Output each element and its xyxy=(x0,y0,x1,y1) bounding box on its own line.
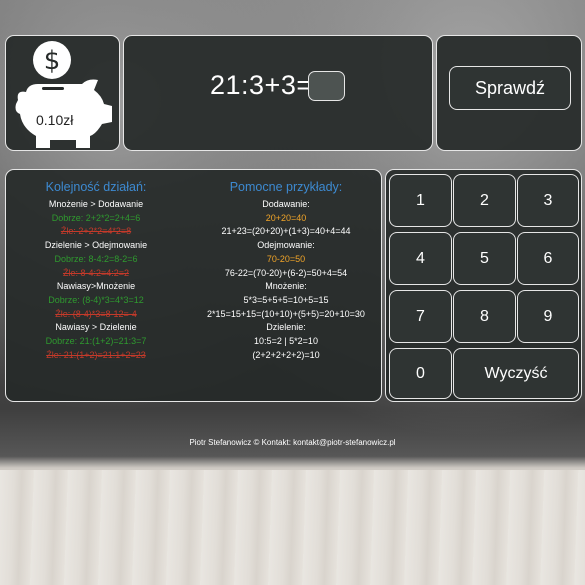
example-line: (2+2+2+2+2)=10 xyxy=(252,349,320,360)
key-9-button[interactable]: 9 xyxy=(517,290,579,343)
clear-button[interactable]: Wyczyść xyxy=(453,348,579,399)
example-line: 70-20=50 xyxy=(266,253,306,264)
equation-panel: 21:3+3= xyxy=(123,35,433,151)
rule-line: Źle: 2+2*2=4*2=8 xyxy=(60,226,132,237)
piggy-bank-panel: $ 0.10zł xyxy=(5,35,120,151)
examples-column: Pomocne przykłady: Dodawanie: 20+20=40 21+… xyxy=(196,180,376,362)
rule-line: Dobrze: 8-4:2=8-2=6 xyxy=(54,253,138,264)
example-line: Dodawanie: xyxy=(262,199,310,209)
key-8-button[interactable]: 8 xyxy=(453,290,516,343)
key-7-button[interactable]: 7 xyxy=(389,290,452,343)
example-line: Odejmowanie: xyxy=(257,240,315,251)
footer-credit: Piotr Stefanowicz © Kontakt: kontakt@pio… xyxy=(189,438,396,447)
key-5-button[interactable]: 5 xyxy=(453,232,516,285)
order-of-operations-title: Kolejność działań: xyxy=(45,180,147,194)
rule-line: Nawiasy > Dzielenie xyxy=(55,322,137,333)
example-line: 21+23=(20+20)+(1+3)=40+4=44 xyxy=(221,226,351,237)
rule-line: Źle: 8-4:2=4:2=2 xyxy=(62,267,130,278)
rule-line: Nawiasy>Mnożenie xyxy=(56,281,136,292)
key-2-button[interactable]: 2 xyxy=(453,174,516,227)
example-line: Dzielenie: xyxy=(266,322,306,333)
rule-line: Źle: 21:(1+2)=21:1+2=23 xyxy=(46,349,146,360)
check-panel: Sprawdź xyxy=(436,35,582,151)
piggy-bank-dollar-icon: $ xyxy=(15,41,112,148)
key-6-button[interactable]: 6 xyxy=(517,232,579,285)
rule-line: Źle: (8-4)*3=8-12=-4 xyxy=(55,308,137,319)
keypad-panel: 1 2 3 4 5 6 7 8 9 0 Wyczyść xyxy=(385,169,582,402)
answer-input[interactable] xyxy=(308,71,345,101)
rule-line: Dobrze: 2+2*2=2+4=6 xyxy=(51,212,141,223)
key-4-button[interactable]: 4 xyxy=(389,232,452,285)
example-line: 5*3=5+5+5=10+5=15 xyxy=(243,294,329,305)
order-of-operations-column: Kolejność działań: Mnożenie > Dodawanie D… xyxy=(12,180,180,362)
example-line: 2*15=15+15=(10+10)+(5+5)=20+10=30 xyxy=(207,308,365,319)
key-0-button[interactable]: 0 xyxy=(389,348,452,399)
rule-line: Mnożenie > Dodawanie xyxy=(48,199,144,209)
rule-line: Dobrze: 21:(1+2)=21:3=7 xyxy=(45,336,147,347)
example-line: 20+20=40 xyxy=(265,212,307,223)
check-button[interactable]: Sprawdź xyxy=(449,66,571,110)
example-line: Mnożenie: xyxy=(265,281,307,292)
rules-panel: Kolejność działań: Mnożenie > Dodawanie D… xyxy=(5,169,382,402)
example-line: 76-22=(70-20)+(6-2)=50+4=54 xyxy=(224,267,348,278)
examples-title: Pomocne przykłady: xyxy=(229,180,343,194)
key-3-button[interactable]: 3 xyxy=(517,174,579,227)
equation-text: 21:3+3= xyxy=(210,70,313,100)
example-line: 10:5=2 | 5*2=10 xyxy=(254,336,318,347)
key-1-button[interactable]: 1 xyxy=(389,174,452,227)
background-wood xyxy=(0,470,585,585)
svg-text:$: $ xyxy=(44,46,61,76)
bank-amount: 0.10zł xyxy=(36,112,74,128)
rule-line: Dzielenie > Odejmowanie xyxy=(44,240,148,251)
rule-line: Dobrze: (8-4)*3=4*3=12 xyxy=(48,294,144,305)
